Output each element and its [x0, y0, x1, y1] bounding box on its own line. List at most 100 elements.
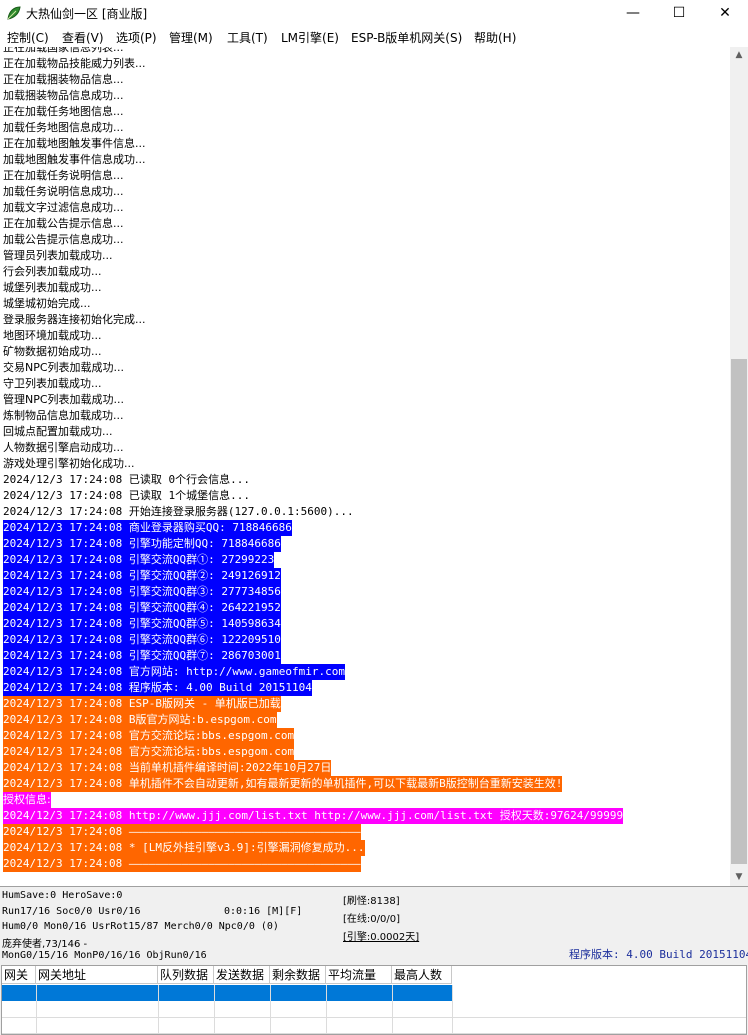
minimize-button[interactable]: —	[610, 0, 656, 26]
col-gateway-address[interactable]: 网关地址	[36, 966, 158, 984]
log-line: 2024/12/3 17:24:08 —————————————————————…	[3, 824, 361, 840]
col-divider	[452, 985, 453, 1034]
window-title: 大热仙剑一区 [商业版]	[26, 7, 148, 21]
col-divider	[158, 985, 159, 1034]
log-line: 2024/12/3 17:24:08 商业登录器购买QQ: 718846686	[3, 520, 292, 536]
log-line: 2024/12/3 17:24:08 引擎交流QQ群③: 277734856	[3, 584, 281, 600]
log-line: 加载捆装物品信息成功...	[3, 89, 124, 102]
col-remaining[interactable]: 剩余数据	[270, 966, 326, 984]
col-divider	[270, 985, 271, 1034]
log-line: 登录服务器连接初始化完成...	[3, 313, 146, 326]
log-line: 矿物数据初始成功...	[3, 345, 102, 358]
menu-tools[interactable]: 工具(T)	[227, 29, 268, 46]
log-line: 2024/12/3 17:24:08 引擎交流QQ群⑦: 286703001	[3, 648, 281, 664]
log-line: 加载任务地图信息成功...	[3, 121, 124, 134]
stat-online: [在线:0/0/0]	[343, 914, 400, 925]
col-queue[interactable]: 队列数据	[158, 966, 214, 984]
log-line: 加载文字过滤信息成功...	[3, 201, 124, 214]
log-line: 2024/12/3 17:24:08 官方交流论坛:bbs.espgom.com	[3, 744, 295, 760]
log-line: 加载公告提示信息成功...	[3, 233, 124, 246]
log-line: 正在加载公告提示信息...	[3, 217, 124, 230]
log-line: 城堡城初始完成...	[3, 297, 91, 310]
stat-engine: [引擎:0.0002天]	[343, 932, 420, 943]
log-line: 守卫列表加载成功...	[3, 377, 102, 390]
log-line: 2024/12/3 17:24:08 * [LM反外挂引擎v3.9]:引擎漏洞修…	[3, 840, 365, 856]
log-line: 2024/12/3 17:24:08 引擎交流QQ群⑤: 140598634	[3, 616, 281, 632]
log-line: 2024/12/3 17:24:08 官方网站: http://www.game…	[3, 664, 346, 680]
log-line: 加载地图触发事件信息成功...	[3, 153, 146, 166]
log-line: 正在加载任务地图信息...	[3, 105, 124, 118]
stat-run: Run17/16 Soc0/0 Usr0/16	[2, 906, 141, 917]
log-line: 2024/12/3 17:24:08 引擎交流QQ群⑥: 122209510	[3, 632, 281, 648]
stat-mon: MonG0/15/16 MonP0/16/16 ObjRun0/16	[2, 950, 207, 961]
log-line: 炼制物品信息加载成功...	[3, 409, 124, 422]
table-row[interactable]	[2, 1017, 746, 1034]
log-line: 加载任务说明信息成功...	[3, 185, 124, 198]
gateway-table[interactable]: 网关 网关地址 队列数据 发送数据 剩余数据 平均流量 最高人数	[1, 965, 747, 1035]
program-version: 程序版本: 4.00 Build 20151104	[569, 948, 748, 961]
table-row-selected[interactable]	[2, 985, 452, 1001]
stat-save: HumSave:0 HeroSave:0	[2, 890, 123, 901]
menu-manage[interactable]: 管理(M)	[169, 29, 213, 46]
stat-spawn: [刷怪:8138]	[343, 896, 400, 907]
log-line: 2024/12/3 17:24:08 ESP-B版网关 - 单机版已加载	[3, 696, 281, 712]
log-line: 2024/12/3 17:24:08 引擎交流QQ群④: 264221952	[3, 600, 281, 616]
log-line: 2024/12/3 17:24:08 已读取 1个城堡信息...	[3, 489, 250, 502]
log-line: 地图环境加载成功...	[3, 329, 102, 342]
log-line: 2024/12/3 17:24:08 已读取 0个行会信息...	[3, 473, 250, 486]
log-line: 2024/12/3 17:24:08 引擎交流QQ群①: 27299223	[3, 552, 275, 568]
menu-help[interactable]: 帮助(H)	[474, 29, 516, 46]
log-line: 2024/12/3 17:24:08 单机插件不会自动更新,如有最新更新的单机插…	[3, 776, 563, 792]
log-line: 2024/12/3 17:24:08 —————————————————————…	[3, 856, 361, 872]
menu-options[interactable]: 选项(P)	[116, 29, 157, 46]
stat-hum: Hum0/0 Mon0/16 UsrRot15/87 Merch0/0 Npc0…	[2, 921, 279, 932]
log-line: 交易NPC列表加载成功...	[3, 361, 125, 374]
scroll-down-icon[interactable]: ▼	[730, 869, 748, 886]
log-line: 正在加载地图触发事件信息...	[3, 137, 146, 150]
stat-clock: 0:0:16 [M][F]	[224, 906, 303, 917]
log-line: 2024/12/3 17:24:08 官方交流论坛:bbs.espgom.com	[3, 728, 295, 744]
log-line: 2024/12/3 17:24:08 当前单机插件编译时间:2022年10月27…	[3, 760, 332, 776]
menu-bar: 控制(C) 查看(V) 选项(P) 管理(M) 工具(T) LM引擎(E) ES…	[0, 26, 748, 48]
col-divider	[326, 985, 327, 1034]
close-button[interactable]: ✕	[702, 0, 748, 26]
log-panel[interactable]: 正在加载国家信息列表... 正在加载物品技能威力列表... 正在加载捆装物品信息..…	[0, 47, 730, 886]
table-row[interactable]	[2, 1001, 746, 1018]
log-line: 正在加载物品技能威力列表...	[3, 57, 146, 70]
log-line: 行会列表加载成功...	[3, 265, 102, 278]
scroll-up-icon[interactable]: ▲	[730, 47, 748, 64]
log-scrollbar[interactable]: ▲ ▼	[730, 47, 748, 886]
title-bar: 大热仙剑一区 [商业版] — ☐ ✕	[0, 0, 748, 26]
log-line: 2024/12/3 17:24:08 B版官方网站:b.espgom.com	[3, 712, 277, 728]
log-line: 城堡列表加载成功...	[3, 281, 102, 294]
log-line: 人物数据引擎启动成功...	[3, 441, 124, 454]
col-gateway[interactable]: 网关	[2, 966, 36, 984]
col-divider	[392, 985, 393, 1034]
col-max-users[interactable]: 最高人数	[392, 966, 452, 984]
log-line: 2024/12/3 17:24:08 开始连接登录服务器(127.0.0.1:5…	[3, 505, 354, 518]
log-line: 管理员列表加载成功...	[3, 249, 113, 262]
col-divider	[214, 985, 215, 1034]
log-line: 授权信息:	[3, 792, 51, 808]
log-line: 2024/12/3 17:24:08 http://www.jjj.com/li…	[3, 808, 624, 824]
col-sent[interactable]: 发送数据	[214, 966, 270, 984]
maximize-button[interactable]: ☐	[656, 0, 702, 26]
menu-view[interactable]: 查看(V)	[62, 29, 104, 46]
menu-control[interactable]: 控制(C)	[7, 29, 49, 46]
log-line: 游戏处理引擎初始化成功...	[3, 457, 135, 470]
menu-esp-gateway[interactable]: ESP-B版单机网关(S)	[351, 29, 462, 46]
app-leaf-icon	[7, 6, 21, 20]
log-line: 正在加载捆装物品信息...	[3, 73, 124, 86]
log-line: 回城点配置加载成功...	[3, 425, 113, 438]
stat-map: 庞弃使者,73/146 -	[2, 939, 88, 950]
log-line: 2024/12/3 17:24:08 引擎交流QQ群②: 249126912	[3, 568, 281, 584]
col-avg-traffic[interactable]: 平均流量	[326, 966, 392, 984]
log-line: 正在加载国家信息列表...	[3, 47, 124, 54]
log-line: 2024/12/3 17:24:08 引擎功能定制QQ: 718846686	[3, 536, 281, 552]
log-line: 管理NPC列表加载成功...	[3, 393, 125, 406]
log-line: 2024/12/3 17:24:08 程序版本: 4.00 Build 2015…	[3, 680, 312, 696]
col-divider	[36, 985, 37, 1034]
log-line: 正在加载任务说明信息...	[3, 169, 124, 182]
scroll-thumb[interactable]	[731, 359, 747, 864]
menu-lm-engine[interactable]: LM引擎(E)	[281, 29, 339, 46]
